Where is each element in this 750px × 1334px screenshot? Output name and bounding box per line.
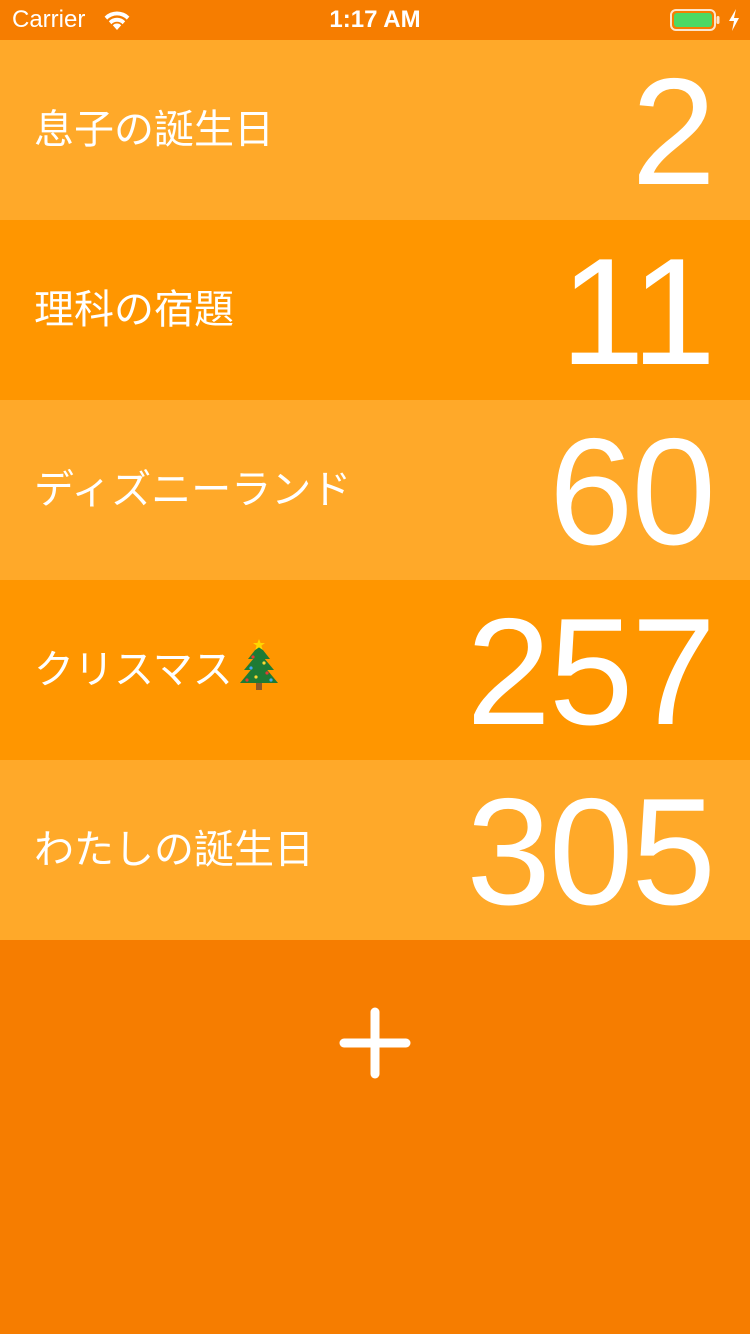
days-remaining: 305 [466,767,716,937]
christmas-tree-icon [239,639,278,690]
days-remaining: 2 [631,47,716,217]
countdown-row[interactable]: ディズニーランド 60 [0,400,750,580]
countdown-row[interactable]: クリスマス 257 [0,580,750,760]
charging-bolt-icon [729,9,739,31]
countdown-row[interactable]: わたしの誕生日 305 [0,760,750,940]
status-bar: Carrier 1:17 AM [0,0,750,40]
countdown-title: 息子の誕生日 [34,107,274,153]
countdown-row[interactable]: 息子の誕生日 2 [0,40,750,220]
days-remaining: 60 [548,407,716,577]
days-remaining: 257 [466,587,716,757]
battery-icon [670,9,720,31]
countdown-list: 息子の誕生日 2 理科の宿題 11 ディズニーランド 60 クリスマス 257 [0,40,750,940]
countdown-title: ディズニーランド [34,467,352,513]
days-remaining: 11 [560,227,716,397]
countdown-title-wrap: クリスマス [34,580,281,760]
countdown-row[interactable]: 理科の宿題 11 [0,220,750,400]
countdown-title: わたしの誕生日 [34,827,314,873]
plus-icon[interactable] [334,1002,416,1084]
status-time: 1:17 AM [329,6,421,33]
add-area [0,940,750,1334]
countdown-title: クリスマス [34,647,233,693]
countdown-title: 理科の宿題 [34,287,234,333]
